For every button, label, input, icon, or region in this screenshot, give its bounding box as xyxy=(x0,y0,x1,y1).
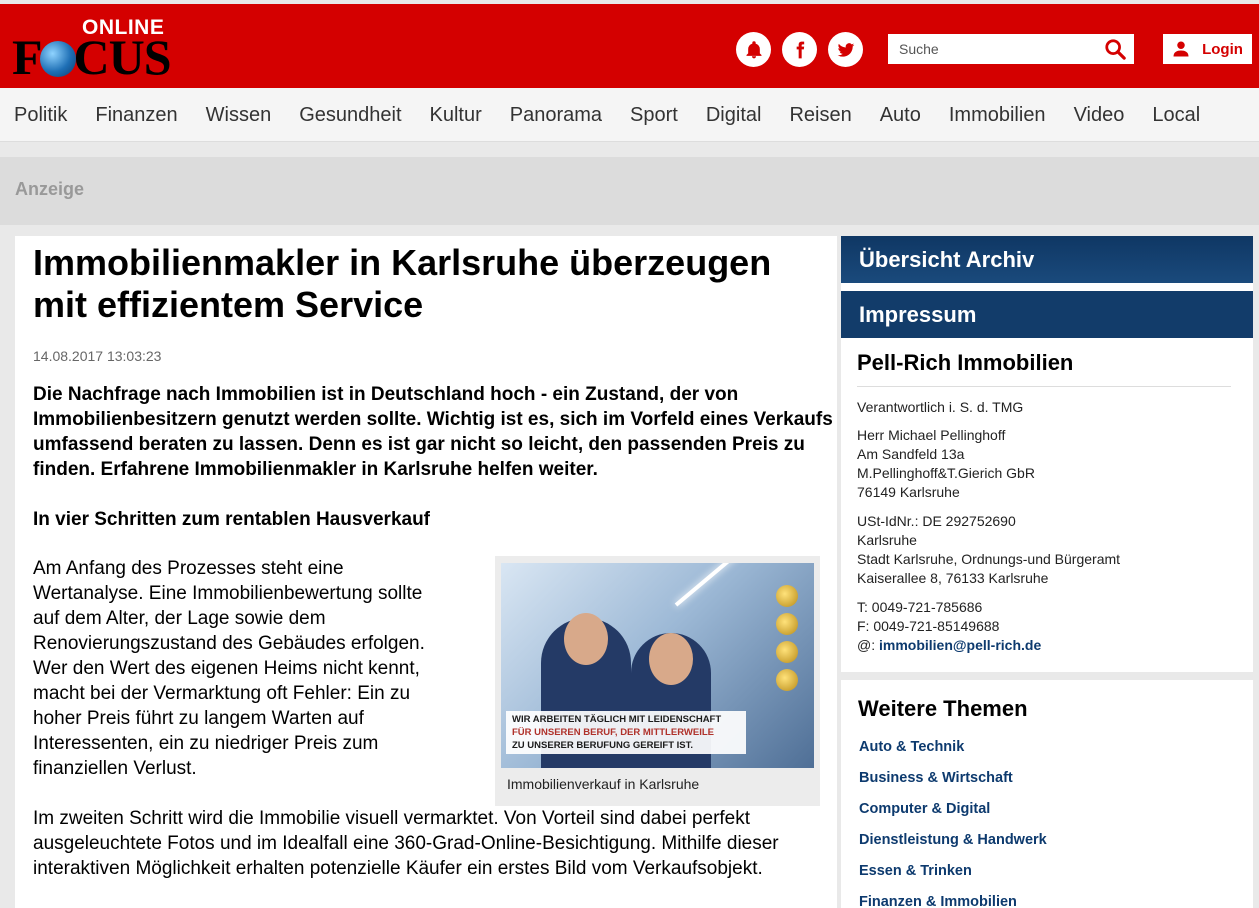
banner-line: WIR ARBEITEN TÄGLICH MIT LEIDENSCHAFT xyxy=(512,714,722,725)
banner-line: ZU UNSERER BERUFUNG GEREIFT IST. xyxy=(512,740,694,751)
nav-item-politik[interactable]: Politik xyxy=(14,104,67,127)
focus-online-logo[interactable]: ONLINE F CUS xyxy=(12,12,172,82)
ad-label: Anzeige xyxy=(15,179,85,199)
email-prefix: @: xyxy=(857,637,876,653)
user-icon xyxy=(1173,41,1189,57)
search-box xyxy=(888,34,1134,64)
main-navigation: Politik Finanzen Wissen Gesundheit Kultu… xyxy=(0,88,1259,142)
tax-line: Kaiserallee 8, 76133 Karlsruhe xyxy=(857,570,1049,586)
search-icon[interactable] xyxy=(1104,38,1126,60)
sidebar-more-topics: Weitere Themen Auto & Technik Business &… xyxy=(841,680,1253,908)
topic-link[interactable]: Essen & Trinken xyxy=(859,863,1047,894)
archive-overview-link[interactable]: Übersicht Archiv xyxy=(841,236,1253,283)
topic-link[interactable]: Business & Wirtschaft xyxy=(859,770,1047,801)
logo-brand: F CUS xyxy=(12,29,172,85)
image-banner-text: WIR ARBEITEN TÄGLICH MIT LEIDENSCHAFT FÜ… xyxy=(506,711,746,754)
search-input[interactable] xyxy=(888,35,1088,63)
nav-item-panorama[interactable]: Panorama xyxy=(510,104,602,127)
article-image[interactable]: WIR ARBEITEN TÄGLICH MIT LEIDENSCHAFT FÜ… xyxy=(501,563,814,768)
article: Immobilienmakler in Karlsruhe überzeugen… xyxy=(15,236,837,908)
figure-caption: Immobilienverkauf in Karlsruhe xyxy=(507,776,700,792)
nav-item-sport[interactable]: Sport xyxy=(630,104,678,127)
fax-number: F: 0049-721-85149688 xyxy=(857,618,1000,634)
award-medal-icon xyxy=(776,613,798,635)
notification-bell-icon[interactable] xyxy=(736,32,771,67)
company-address: Herr Michael Pellinghoff Am Sandfeld 13a… xyxy=(857,426,1035,502)
logo-brand-right: CUS xyxy=(73,29,172,85)
topic-link[interactable]: Finanzen & Immobilien xyxy=(859,894,1047,908)
article-lead: Die Nachfrage nach Immobilien ist in Deu… xyxy=(33,384,833,480)
phone-number: T: 0049-721-785686 xyxy=(857,599,983,615)
nav-item-auto[interactable]: Auto xyxy=(880,104,921,127)
nav-item-reisen[interactable]: Reisen xyxy=(789,104,851,127)
twitter-icon[interactable] xyxy=(828,32,863,67)
person-head-graphic xyxy=(564,613,608,665)
nav-item-wissen[interactable]: Wissen xyxy=(206,104,272,127)
nav-item-finanzen[interactable]: Finanzen xyxy=(95,104,177,127)
nav-item-video[interactable]: Video xyxy=(1074,104,1125,127)
article-paragraph: Am Anfang des Prozesses steht eine Werta… xyxy=(33,558,425,779)
person-head-graphic xyxy=(649,633,693,685)
award-medal-icon xyxy=(776,585,798,607)
award-medal-icon xyxy=(776,641,798,663)
globe-icon xyxy=(39,41,76,77)
article-paragraph: Im zweiten Schritt wird die Immobilie vi… xyxy=(33,808,779,879)
tax-line: Stadt Karlsruhe, Ordnungs-und Bürgeramt xyxy=(857,551,1121,567)
nav-item-local[interactable]: Local xyxy=(1152,104,1200,127)
login-label: Login xyxy=(1202,40,1243,58)
nav-item-gesundheit[interactable]: Gesundheit xyxy=(299,104,401,127)
company-name: Pell-Rich Immobilien xyxy=(857,350,1074,375)
article-date: 14.08.2017 13:03:23 xyxy=(33,348,162,364)
address-line: Am Sandfeld 13a xyxy=(857,446,965,462)
divider xyxy=(857,386,1231,387)
email-link[interactable]: immobilien@pell-rich.de xyxy=(879,637,1041,653)
article-title: Immobilienmakler in Karlsruhe überzeugen… xyxy=(33,242,772,325)
article-subhead: In vier Schritten zum rentablen Hausverk… xyxy=(33,509,431,530)
topic-link[interactable]: Computer & Digital xyxy=(859,801,1047,832)
tax-line: Karlsruhe xyxy=(857,532,917,548)
tax-line: USt-IdNr.: DE 292752690 xyxy=(857,513,1016,529)
email-row: @: immobilien@pell-rich.de xyxy=(857,636,1041,655)
topic-link[interactable]: Auto & Technik xyxy=(859,739,1047,770)
address-line: 76149 Karlsruhe xyxy=(857,484,960,500)
login-button[interactable]: Login xyxy=(1163,34,1252,64)
facebook-icon[interactable] xyxy=(782,32,817,67)
responsible-text: Verantwortlich i. S. d. TMG xyxy=(857,399,1024,415)
contact-info: T: 0049-721-785686 F: 0049-721-85149688 … xyxy=(857,598,1041,655)
logo-brand-left: F xyxy=(12,29,43,85)
more-topics-title: Weitere Themen xyxy=(858,696,1028,721)
ad-banner[interactable]: Anzeige xyxy=(0,157,1259,225)
address-line: M.Pellinghoff&T.Gierich GbR xyxy=(857,465,1035,481)
top-header: ONLINE F CUS Login xyxy=(0,0,1259,88)
nav-item-immobilien[interactable]: Immobilien xyxy=(949,104,1046,127)
award-medal-icon xyxy=(776,669,798,691)
sidebar-company-box: Übersicht Archiv Impressum Pell-Rich Imm… xyxy=(841,236,1253,672)
nav-item-kultur[interactable]: Kultur xyxy=(430,104,482,127)
article-figure: WIR ARBEITEN TÄGLICH MIT LEIDENSCHAFT FÜ… xyxy=(495,556,820,806)
arrow-graphic xyxy=(674,563,770,607)
topic-link[interactable]: Dienstleistung & Handwerk xyxy=(859,832,1047,863)
banner-line: FÜR UNSEREN BERUF, DER MITTLERWEILE xyxy=(512,727,714,738)
tax-info: USt-IdNr.: DE 292752690 Karlsruhe Stadt … xyxy=(857,512,1120,588)
nav-item-digital[interactable]: Digital xyxy=(706,104,762,127)
address-line: Herr Michael Pellinghoff xyxy=(857,427,1006,443)
impressum-link[interactable]: Impressum xyxy=(841,291,1253,338)
